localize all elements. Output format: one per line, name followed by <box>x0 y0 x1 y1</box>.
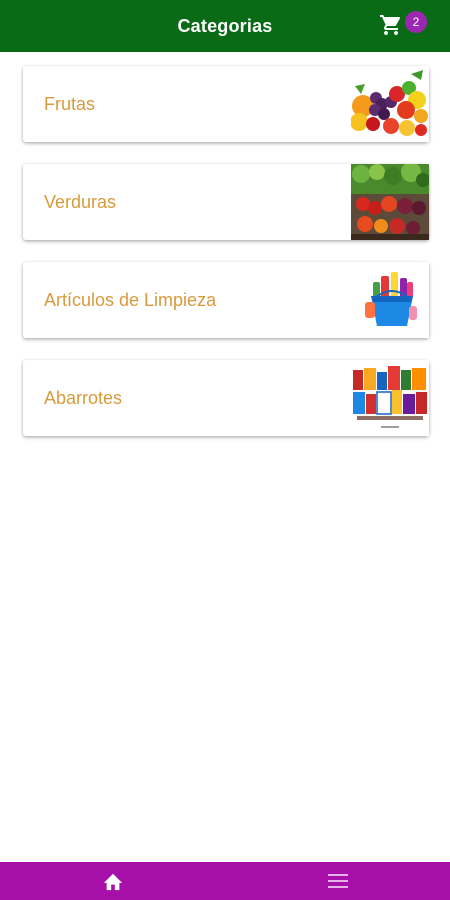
home-icon <box>103 873 122 891</box>
groceries-image <box>351 360 429 436</box>
menu-icon <box>327 874 348 888</box>
category-card-frutas[interactable]: Frutas <box>23 66 429 142</box>
top-app-bar: Categorias 2 <box>0 0 450 52</box>
cart-button[interactable]: 2 <box>378 10 430 40</box>
nav-home[interactable] <box>0 862 225 900</box>
nav-menu[interactable] <box>225 862 450 900</box>
category-card-limpieza[interactable]: Artículos de Limpieza <box>23 262 429 338</box>
category-label: Artículos de Limpieza <box>44 289 217 310</box>
app-screen: Categorias 2 Frutas Verduras Artículos d… <box>0 0 450 900</box>
category-label: Verduras <box>44 191 117 212</box>
category-label: Frutas <box>44 93 96 114</box>
category-card-verduras[interactable]: Verduras <box>23 164 429 240</box>
category-card-abarrotes[interactable]: Abarrotes <box>23 360 429 436</box>
bottom-navigation <box>0 862 450 900</box>
category-list: Frutas Verduras Artículos de Limpieza Ab… <box>23 66 429 458</box>
cart-count-badge: 2 <box>405 11 427 33</box>
fruits-image <box>351 66 429 142</box>
cleaning-products-image <box>351 262 429 338</box>
page-title: Categorias <box>177 15 273 36</box>
cart-icon <box>380 15 401 35</box>
category-label: Abarrotes <box>44 387 123 408</box>
vegetables-image <box>351 164 429 240</box>
